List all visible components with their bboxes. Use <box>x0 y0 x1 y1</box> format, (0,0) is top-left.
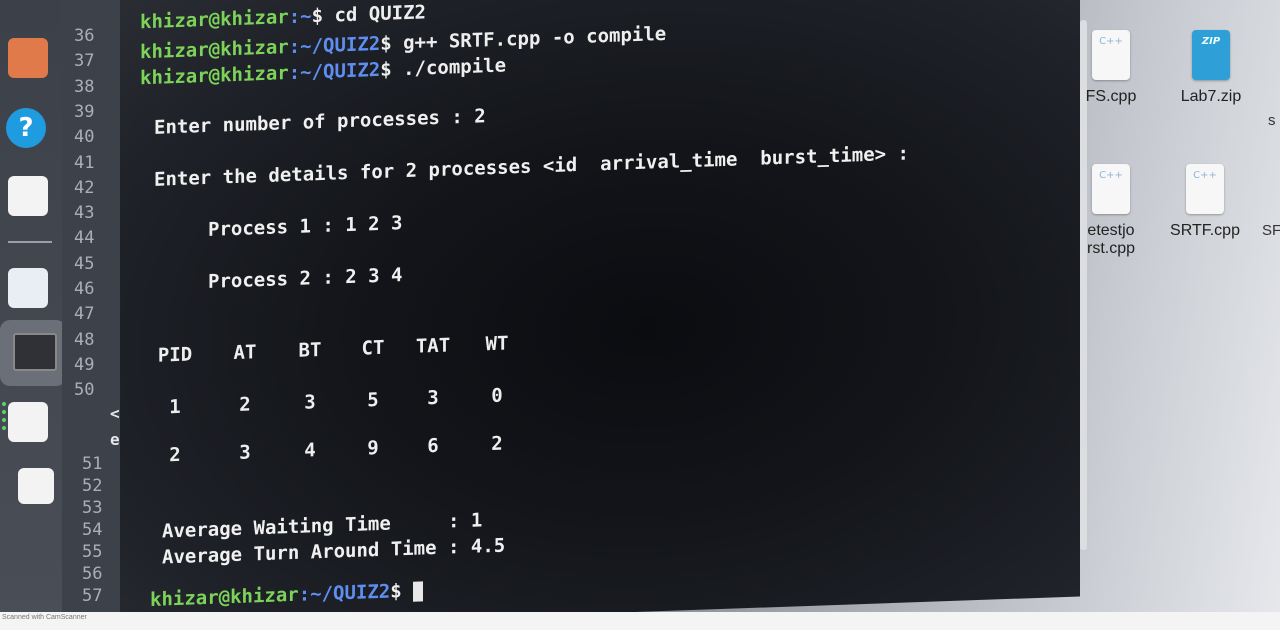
dock-separator <box>8 241 52 243</box>
line-number: 52 <box>82 476 103 496</box>
file-name: Lab7.zip <box>1180 88 1242 105</box>
desktop-file[interactable]: C++ etestjo rst.cpp <box>1066 164 1156 258</box>
line-number: 53 <box>82 498 103 518</box>
file-name: FS.cpp <box>1085 88 1137 105</box>
line-number: 42 <box>74 177 95 198</box>
line-number: 56 <box>82 564 103 584</box>
terminal-icon[interactable] <box>13 333 57 371</box>
line-number: 45 <box>74 253 95 274</box>
line-number: 55 <box>82 542 103 562</box>
table-cell: 6 <box>427 434 439 458</box>
line-number: 41 <box>74 152 95 173</box>
text-editor-icon[interactable] <box>8 268 48 308</box>
app-icon[interactable] <box>8 402 48 442</box>
process-input: Process 2 : 2 3 4 <box>208 264 403 293</box>
line-number: 38 <box>74 76 95 97</box>
zip-file-icon: ZIP <box>1192 30 1230 80</box>
terminal-line: khizar@khizar:~$ cd QUIZ2 <box>140 1 426 34</box>
app-icon[interactable] <box>18 468 54 504</box>
cpp-file-icon: C++ <box>1186 164 1224 214</box>
app-icon[interactable] <box>8 176 48 216</box>
line-number: 36 <box>74 26 95 46</box>
line-number: 37 <box>74 51 95 72</box>
table-cell: 3 <box>427 386 439 410</box>
scan-footer: Scanned with CamScanner <box>0 612 1280 630</box>
file-name: SRTF.cpp <box>1170 222 1240 239</box>
table-header-cell: BT <box>298 338 322 362</box>
line-number: 49 <box>74 354 95 375</box>
table-cell: 5 <box>367 388 379 412</box>
desktop-file[interactable]: C++ SRTF.cpp <box>1160 164 1250 240</box>
table-cell: 3 <box>239 441 251 464</box>
table-header: PID AT BT CT TAT WT <box>150 331 550 369</box>
line-number: 48 <box>74 329 95 350</box>
software-store-icon[interactable] <box>8 38 48 78</box>
table-row: 1 2 3 5 3 0 <box>150 383 550 421</box>
prompt-output: Enter number of processes : 2 <box>154 105 486 139</box>
partial-file-label: s <box>1268 112 1276 129</box>
table-cell: 4 <box>304 439 316 462</box>
process-input: Process 1 : 1 2 3 <box>208 212 403 241</box>
line-number: 57 <box>82 586 103 606</box>
terminal-window[interactable]: khizar@khizar:~$ cd QUIZ2 khizar@khizar:… <box>120 0 1080 630</box>
line-number: 40 <box>74 127 95 148</box>
terminal-prompt[interactable]: khizar@khizar:~/QUIZ2$ <box>150 579 424 611</box>
running-indicator-icon <box>2 402 6 438</box>
table-header-cell: CT <box>361 336 385 360</box>
launcher-dock: ? <box>0 0 66 630</box>
partial-file-label: SF <box>1262 222 1280 239</box>
table-header-cell: TAT <box>415 334 451 358</box>
table-cell: 2 <box>491 432 503 456</box>
table-row: 2 3 4 9 6 2 <box>150 431 550 469</box>
table-cell: 1 <box>169 395 181 419</box>
prompt-output: Enter the details for 2 processes <id ar… <box>154 142 909 191</box>
line-number: 51 <box>82 454 103 474</box>
line-number: 43 <box>74 203 95 224</box>
cursor-icon <box>413 580 424 602</box>
line-number: 54 <box>82 520 103 540</box>
table-header-cell: WT <box>485 332 509 356</box>
table-cell: 0 <box>491 384 503 408</box>
table-header-cell: PID <box>157 343 193 367</box>
line-number: 50 <box>74 380 95 401</box>
desktop-file[interactable]: ZIP Lab7.zip <box>1166 30 1256 106</box>
help-icon[interactable]: ? <box>6 108 46 148</box>
cpp-file-icon: C++ <box>1092 164 1130 214</box>
cpp-file-icon: C++ <box>1092 30 1130 80</box>
table-cell: 9 <box>367 436 379 460</box>
table-cell: 2 <box>169 443 181 467</box>
table-cell: 2 <box>239 393 251 416</box>
watermark: Scanned with CamScanner <box>2 614 87 621</box>
table-header-cell: AT <box>233 341 257 365</box>
line-number: 46 <box>74 279 95 299</box>
line-number: 39 <box>74 101 95 122</box>
line-number: 44 <box>74 228 95 249</box>
line-number: 47 <box>74 304 95 325</box>
table-cell: 3 <box>304 391 316 414</box>
file-name: etestjo rst.cpp <box>1086 222 1135 257</box>
desktop-file[interactable]: C++ FS.cpp <box>1066 30 1156 106</box>
